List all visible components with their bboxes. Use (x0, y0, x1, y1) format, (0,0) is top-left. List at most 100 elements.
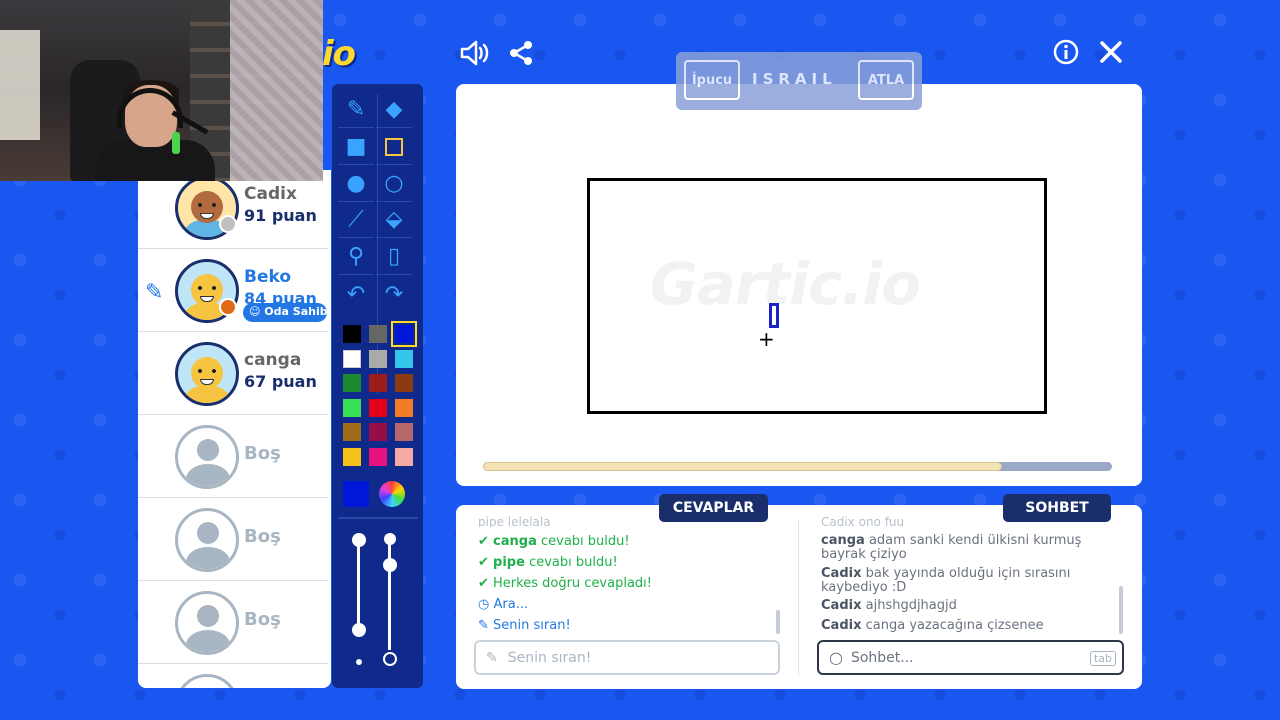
answer-message: ✔ canga cevabı buldu! (478, 534, 630, 549)
color-swatch[interactable] (395, 374, 413, 392)
chat-input[interactable]: ○ Sohbet... tab (817, 640, 1124, 675)
color-swatch[interactable] (369, 374, 387, 392)
filled-rect-tool-icon[interactable]: ■ (338, 129, 374, 165)
answer-input-placeholder: Senin sıran! (507, 649, 592, 666)
color-swatch[interactable] (395, 423, 413, 441)
drawn-small-rectangle (769, 303, 779, 328)
pencil-icon: ✎ (486, 649, 498, 666)
pencil-tool-icon[interactable]: ✎ (338, 92, 374, 128)
speaker-icon[interactable] (460, 40, 490, 71)
status-dot (219, 215, 237, 233)
eyedropper-icon[interactable]: ⚲ (338, 239, 374, 275)
answer-message: ✔ pipe cevabı buldu! (478, 555, 618, 570)
color-swatch[interactable] (369, 423, 387, 441)
color-swatch[interactable] (369, 398, 387, 417)
clock-icon: ◷ (478, 597, 490, 612)
redo-icon[interactable]: ↷ (376, 276, 412, 312)
info-icon[interactable] (1053, 39, 1079, 70)
filled-ellipse-tool-icon[interactable]: ● (338, 166, 374, 202)
color-swatch[interactable] (343, 374, 361, 392)
empty-avatar (175, 425, 239, 489)
logo: io (322, 34, 356, 74)
pencil-icon: ✎ (478, 618, 489, 633)
color-picker-icon[interactable] (379, 481, 405, 507)
chat-message: Cadix bak yayında olduğu için sırasını k… (821, 566, 1071, 595)
empty-slot-label: Boş (244, 609, 281, 630)
empty-slot-partial (138, 664, 328, 688)
tab-key-hint: tab (1089, 651, 1116, 666)
color-swatch[interactable] (343, 349, 361, 368)
color-swatch[interactable] (343, 447, 361, 466)
answers-cut-message: pipe lelelala (478, 515, 551, 527)
empty-slot-label: Boş (244, 526, 281, 547)
color-swatch[interactable] (369, 447, 387, 466)
player-row[interactable]: Cadix 91 puan (138, 170, 328, 249)
empty-slot: Boş (138, 415, 328, 498)
status-dot (219, 298, 237, 316)
hint-button[interactable]: İpucu (684, 60, 740, 100)
answer-message: ◷ Ara... (478, 597, 529, 612)
size-slider-knob[interactable] (383, 558, 397, 572)
answers-scrollbar[interactable] (776, 610, 780, 634)
player-name: Beko (244, 267, 292, 287)
search-icon: ○ (829, 648, 843, 667)
round-timer-fill (483, 462, 1002, 471)
chat-input-placeholder: Sohbet... (850, 649, 914, 666)
drawing-toolbox: ✎ ◆ ■ ● ○ ⟋ ⬙ ⚲ ▯ ↶ ↷ (332, 84, 423, 688)
answer-input[interactable]: ✎ Senin sıran! (474, 640, 780, 675)
skip-button[interactable]: ATLA (858, 60, 914, 100)
webcam-overlay (0, 0, 323, 181)
opacity-slider[interactable] (357, 540, 360, 630)
crosshair-cursor-icon: + (758, 327, 775, 351)
color-swatch[interactable] (343, 325, 361, 343)
rect-tool-icon[interactable] (376, 129, 412, 165)
empty-slot-label: Boş (244, 443, 281, 464)
chat-message: Cadix ajhshgdjhagjd (821, 598, 957, 613)
secret-word: ISRAIL (752, 70, 837, 88)
empty-avatar (175, 508, 239, 572)
player-score: 67 puan (244, 372, 317, 391)
large-size-circle (383, 652, 397, 666)
answer-message: ✎ Senin sıran! (478, 618, 571, 633)
answers-tab[interactable]: CEVAPLAR (659, 494, 768, 522)
avatar (175, 342, 239, 406)
size-slider[interactable] (388, 540, 391, 650)
new-page-icon[interactable]: ▯ (376, 239, 412, 275)
player-name: canga (244, 350, 302, 370)
small-size-dot (356, 659, 362, 665)
color-swatch[interactable] (395, 398, 413, 417)
ellipse-tool-icon[interactable]: ○ (376, 166, 412, 202)
player-row[interactable]: canga 67 puan (138, 332, 328, 415)
word-bar: İpucu ISRAIL ATLA (676, 52, 922, 110)
empty-avatar (175, 591, 239, 655)
chat-message: canga adam sanki kendi ülkisni kurmuş ba… (821, 533, 1082, 562)
room-owner-badge: ☺ Oda Sahibi (243, 303, 331, 322)
empty-slot: Boş (138, 581, 328, 664)
color-swatch[interactable] (343, 398, 361, 417)
canvas-watermark: Gartic.io (650, 250, 921, 318)
players-panel: ✎ Cadix 91 puan Beko 84 puan ☺ Oda Sahib… (138, 170, 331, 688)
line-tool-icon[interactable]: ⟋ (338, 202, 374, 238)
opacity-slider-knob[interactable] (352, 623, 366, 637)
player-score: 91 puan (244, 206, 317, 225)
chat-tab[interactable]: SOHBET (1003, 494, 1111, 522)
current-color-swatch (343, 481, 369, 507)
empty-slot: Boş (138, 498, 328, 581)
round-timer-bar (483, 462, 1112, 471)
chat-message: Cadix canga yazacağına çizsenee (821, 618, 1044, 633)
answer-message: ✔ Herkes doğru cevapladı! (478, 576, 653, 591)
eraser-tool-icon[interactable]: ◆ (376, 92, 412, 128)
opacity-slider-top-knob[interactable] (352, 533, 366, 547)
close-icon[interactable] (1099, 40, 1123, 69)
color-swatch[interactable] (369, 349, 387, 368)
color-swatch[interactable] (395, 349, 413, 368)
color-swatch[interactable] (395, 447, 413, 466)
undo-icon[interactable]: ↶ (338, 276, 374, 312)
fill-bucket-icon[interactable]: ⬙ (376, 202, 412, 238)
size-slider-top-knob[interactable] (384, 533, 396, 545)
share-icon[interactable] (508, 40, 534, 71)
color-swatch[interactable] (369, 325, 387, 343)
chat-scrollbar[interactable] (1119, 586, 1123, 634)
color-swatch[interactable] (343, 423, 361, 441)
color-swatch[interactable] (391, 321, 417, 347)
